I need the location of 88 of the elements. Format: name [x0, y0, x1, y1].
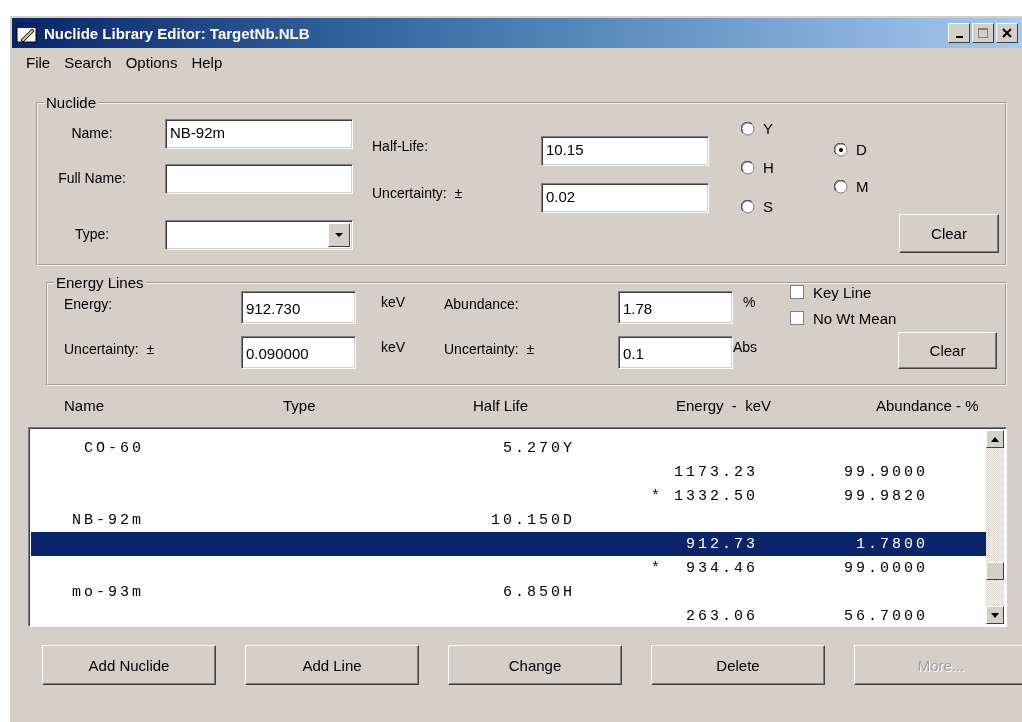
list-row[interactable]: NB-92m 10.150D: [31, 508, 986, 532]
abundance-uncertainty-field[interactable]: 0.1: [618, 336, 733, 369]
column-header: Abundance - %: [876, 396, 980, 414]
key-line-marker: *: [651, 487, 663, 505]
column-header: Name: [64, 396, 105, 414]
menu-item[interactable]: Options: [125, 54, 178, 80]
half-life-value: 5.270Y: [503, 439, 575, 457]
column-header: Energy - keV: [676, 396, 773, 414]
radio-button[interactable]: Y: [741, 120, 834, 137]
nuclide-list[interactable]: CO-60 5.270Y 1173.23 99.9000 * 1332.50 99.9820 NB-92m 10.150D 912.73 1.7800 * 934.46 99.0000 mo-93m 6.850H 263.06 56.7000: [28, 427, 1007, 627]
abundance-value: 56.7000: [844, 607, 928, 625]
abundance-value: 99.0000: [844, 559, 928, 577]
menu-item[interactable]: Help: [191, 54, 223, 80]
nuclide-name: NB-92m: [72, 511, 144, 529]
list-row[interactable]: 1173.23 99.9000: [31, 460, 986, 484]
radio-button[interactable]: M: [834, 178, 899, 195]
radio-button[interactable]: H: [741, 159, 834, 176]
nuclide-name: mo-93m: [72, 583, 144, 601]
group-title: Energy Lines: [55, 274, 145, 291]
list-row[interactable]: mo-93m 6.850H: [31, 580, 986, 604]
unit-label: %: [742, 293, 757, 312]
unit-label: Abs: [733, 338, 759, 357]
scroll-up-button[interactable]: [986, 430, 1004, 448]
menu-item[interactable]: File: [26, 54, 51, 80]
minimize-icon: [955, 36, 963, 38]
field-label: Energy:: [64, 295, 114, 314]
scroll-thumb[interactable]: [986, 562, 1004, 580]
list-row[interactable]: CO-60 5.270Y: [31, 436, 986, 460]
unit-label: keV: [381, 293, 407, 312]
type-dropdown[interactable]: [165, 220, 353, 250]
name-field[interactable]: NB-92m: [165, 119, 353, 149]
app-icon: [16, 22, 38, 44]
half-life-value: 6.850H: [503, 583, 575, 601]
maximize-icon: [977, 27, 989, 39]
scrollbar[interactable]: [986, 430, 1004, 624]
energy-value: 1173.23: [674, 463, 758, 481]
field-label: Uncertainty: ±: [372, 184, 464, 203]
field-label: Uncertainty: ±: [444, 340, 536, 359]
energy-field[interactable]: 912.730: [241, 291, 356, 324]
abundance-value: 99.9820: [844, 487, 928, 505]
close-icon: [1002, 28, 1012, 38]
energy-value: 1332.50: [674, 487, 758, 505]
group-title: Nuclide: [45, 94, 98, 111]
action-button[interactable]: Change: [448, 645, 622, 685]
checkbox[interactable]: Key Line: [790, 279, 1005, 306]
menu-item[interactable]: Search: [64, 54, 112, 80]
checkbox[interactable]: No Wt Mean: [790, 305, 1005, 332]
close-button[interactable]: [996, 23, 1018, 43]
minimize-button[interactable]: [948, 23, 970, 43]
action-button[interactable]: Delete: [651, 645, 825, 685]
energy-value: 263.06: [686, 607, 758, 625]
action-button[interactable]: Add Nuclide: [42, 645, 216, 685]
list-row[interactable]: * 1332.50 99.9820: [31, 484, 986, 508]
radio-button[interactable]: D: [834, 141, 899, 158]
scroll-down-button[interactable]: [986, 606, 1004, 624]
field-label: Type:: [73, 225, 111, 244]
abundance-value: 1.7800: [856, 535, 928, 553]
field-label: Full Name:: [57, 169, 127, 188]
uncertainty-field[interactable]: 0.02: [541, 183, 709, 213]
action-button[interactable]: Add Line: [245, 645, 419, 685]
field-label: Abundance:: [444, 295, 520, 314]
list-row[interactable]: * 934.46 99.0000: [31, 556, 986, 580]
up-arrow-icon: [991, 436, 999, 442]
energy-uncertainty-field[interactable]: 0.090000: [241, 336, 356, 369]
unit-label: keV: [381, 338, 407, 357]
field-label: Name:: [70, 124, 114, 143]
half-life-field[interactable]: 10.15: [541, 136, 709, 166]
column-header: Type: [283, 396, 317, 414]
abundance-value: 99.9000: [844, 463, 928, 481]
field-label: Uncertainty: ±: [64, 340, 156, 359]
maximize-button[interactable]: [972, 23, 994, 43]
energy-value: 934.46: [686, 559, 758, 577]
full-name-field[interactable]: [165, 164, 353, 194]
list-row[interactable]: 912.73 1.7800: [31, 532, 986, 556]
key-line-marker: *: [651, 559, 663, 577]
energy-value: 912.73: [686, 535, 758, 553]
down-arrow-icon: [991, 612, 999, 618]
clear-button[interactable]: Clear: [898, 332, 997, 369]
abundance-field[interactable]: 1.78: [618, 291, 733, 324]
window-title: Nuclide Library Editor: TargetNb.NLB: [44, 24, 311, 42]
half-life-value: 10.150D: [491, 511, 575, 529]
field-label: Half-Life:: [372, 137, 430, 156]
column-header: Half Life: [473, 396, 530, 414]
nuclide-name: CO-60: [84, 439, 144, 457]
clear-button[interactable]: Clear: [899, 214, 999, 253]
radio-button[interactable]: S: [741, 198, 834, 215]
list-row[interactable]: 263.06 56.7000: [31, 604, 986, 628]
dropdown-arrow-icon: [334, 232, 344, 238]
